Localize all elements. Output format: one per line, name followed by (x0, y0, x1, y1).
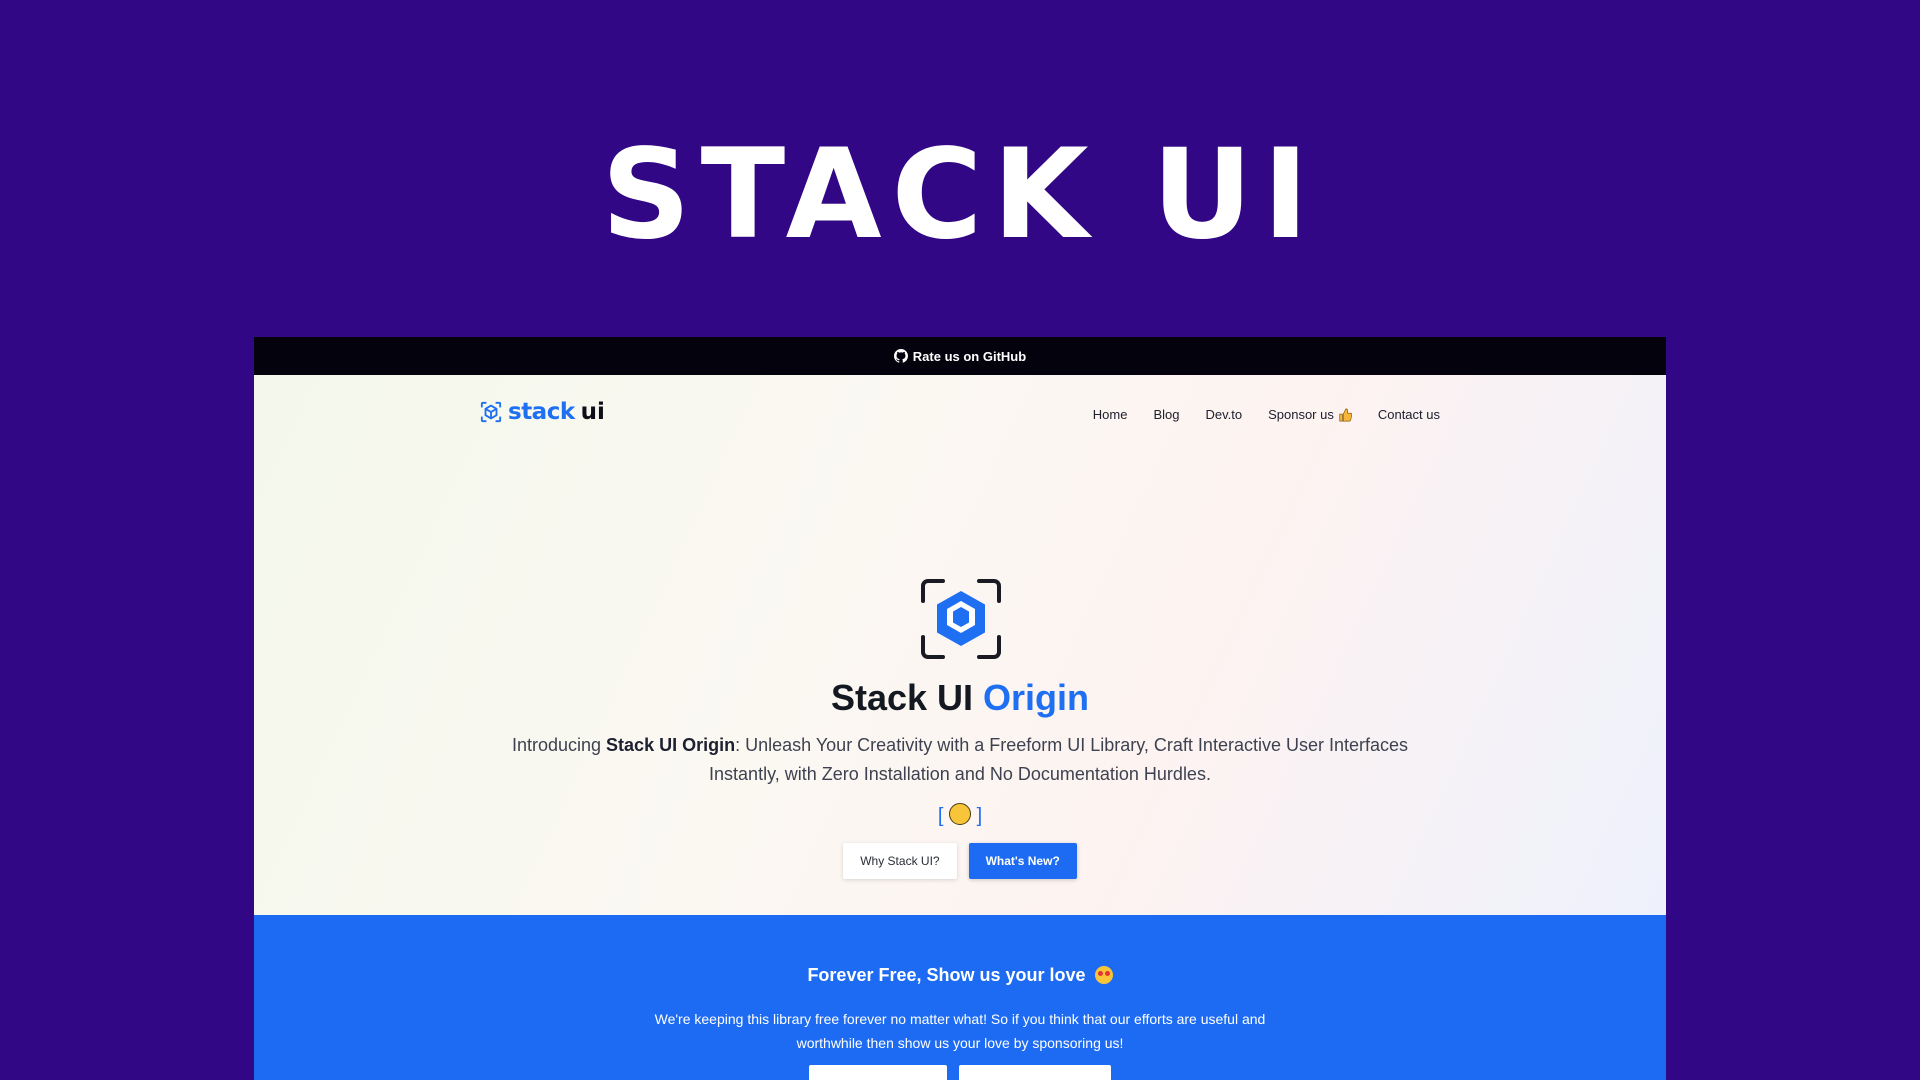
hero-desc-rest: : Unleash Your Creativity with a Freefor… (709, 735, 1409, 784)
page-title-accent: Origin (983, 677, 1090, 718)
heart-eyes-emoji-icon (1094, 966, 1113, 984)
bracket-open: [ (937, 805, 944, 827)
nav-item-home[interactable]: Home (1093, 407, 1128, 422)
scream-emoji-icon (949, 803, 971, 825)
hero-description: Introducing Stack UI Origin: Unleash You… (494, 731, 1426, 789)
why-stack-ui-button[interactable]: Why Stack UI? (843, 843, 957, 879)
nav-menu: Home Blog Dev.to Sponsor us Contact us (1093, 407, 1440, 422)
nav-item-contact[interactable]: Contact us (1378, 407, 1440, 422)
cube-logo-icon (480, 401, 502, 423)
site-hero-section: stack ui Home Blog Dev.to Sponsor us Con… (254, 375, 1666, 915)
sponsor-button-1[interactable] (809, 1065, 947, 1080)
thumbs-up-icon (1339, 408, 1352, 421)
github-link-label[interactable]: Rate us on GitHub (913, 349, 1026, 364)
whats-new-button[interactable]: What's New? (968, 843, 1077, 879)
hero-desc-bold: Stack UI Origin (606, 735, 736, 755)
nav-item-blog[interactable]: Blog (1153, 407, 1179, 422)
logo-text-ui: ui (580, 399, 605, 425)
hero-buttons: Why Stack UI? What's New? (254, 843, 1666, 879)
page-title-main: Stack UI (830, 677, 974, 718)
sponsor-button-2[interactable] (959, 1065, 1111, 1080)
sponsor-text: We're keeping this library free forever … (654, 1011, 1266, 1051)
nav-item-sponsor-label: Sponsor us (1268, 407, 1334, 422)
cube-scan-icon (921, 579, 1001, 659)
banner-title: STACK UI (601, 123, 1319, 267)
bracket-close: ] (976, 805, 983, 827)
navbar: stack ui Home Blog Dev.to Sponsor us Con… (480, 399, 1440, 435)
github-icon (893, 349, 908, 363)
sponsor-buttons (254, 1065, 1666, 1080)
page-title: Stack UI Origin (254, 677, 1666, 719)
sponsor-title-text: Forever Free, Show us your love (807, 965, 1086, 985)
emoji-bracket: [ ] (254, 803, 1666, 828)
logo-text-stack: stack (508, 399, 575, 425)
site-logo[interactable]: stack ui (480, 399, 605, 425)
sponsor-section: Forever Free, Show us your love We're ke… (254, 915, 1666, 1080)
sponsor-title: Forever Free, Show us your love (254, 965, 1666, 986)
github-announcement-bar[interactable]: Rate us on GitHub (254, 337, 1666, 375)
nav-item-devto[interactable]: Dev.to (1205, 407, 1242, 422)
hero-desc-intro: Introducing (511, 735, 607, 755)
website-screenshot: Rate us on GitHub stack ui Home Blog Dev… (254, 337, 1666, 1080)
nav-item-sponsor[interactable]: Sponsor us (1268, 407, 1352, 422)
